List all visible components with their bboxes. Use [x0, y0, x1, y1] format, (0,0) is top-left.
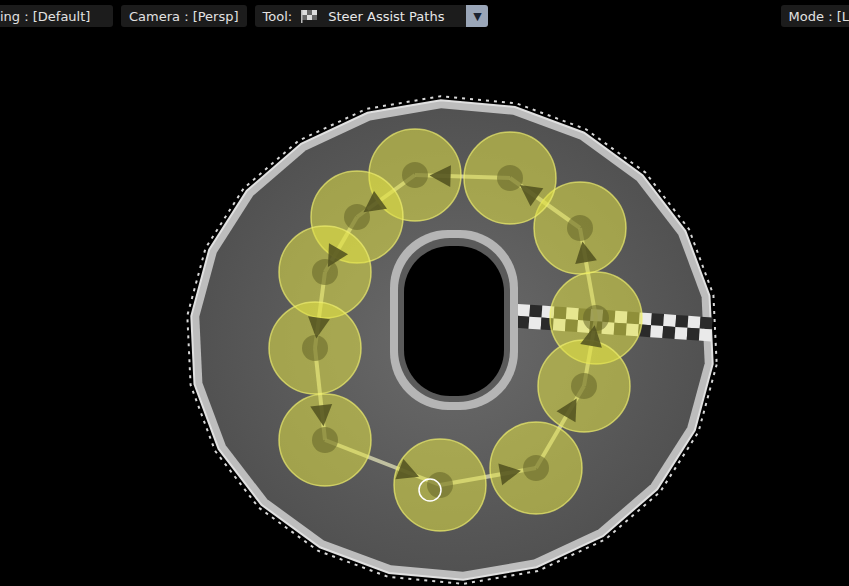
direction-arrow-icon [580, 323, 605, 348]
direction-arrow-icon [429, 164, 451, 187]
mode-setting[interactable]: Mode : [L [781, 5, 849, 27]
toolbar: ing : [Default] Camera : [Persp] Tool: Stee… [0, 0, 849, 27]
direction-arrow-icon [310, 404, 334, 427]
direction-arrow-icon [557, 393, 587, 422]
path-node[interactable] [464, 132, 556, 224]
checkered-flag-icon [300, 9, 320, 23]
path-node[interactable] [394, 439, 486, 531]
scene-viewport[interactable] [0, 0, 849, 586]
editor-screen: ing : [Default] Camera : [Persp] Tool: Stee… [0, 0, 849, 586]
dropdown-button[interactable]: ▼ [466, 5, 488, 27]
direction-arrow-icon [305, 316, 330, 340]
tool-label: Tool: [263, 9, 293, 24]
direction-arrow-icon [395, 459, 423, 487]
toolbar-setting[interactable]: Camera : [Persp] [121, 5, 247, 27]
tool-value: Steer Assist Paths [328, 9, 444, 24]
direction-arrow-icon [318, 243, 348, 272]
direction-arrow-icon [498, 460, 523, 485]
direction-arrow-icon [513, 176, 543, 206]
direction-arrow-icon [572, 239, 597, 264]
toolbar-setting[interactable]: ing : [Default] [0, 5, 113, 27]
steer-assist-path [269, 129, 642, 531]
path-node[interactable] [538, 340, 630, 432]
path-node[interactable] [490, 422, 582, 514]
path-node[interactable] [279, 394, 371, 486]
tool-selector[interactable]: Tool: Steer Assist Paths ▼ [255, 5, 489, 27]
path-node[interactable] [269, 302, 361, 394]
race-track [187, 96, 716, 584]
direction-arrow-icon [357, 191, 387, 221]
mouse-cursor-icon [419, 479, 441, 501]
